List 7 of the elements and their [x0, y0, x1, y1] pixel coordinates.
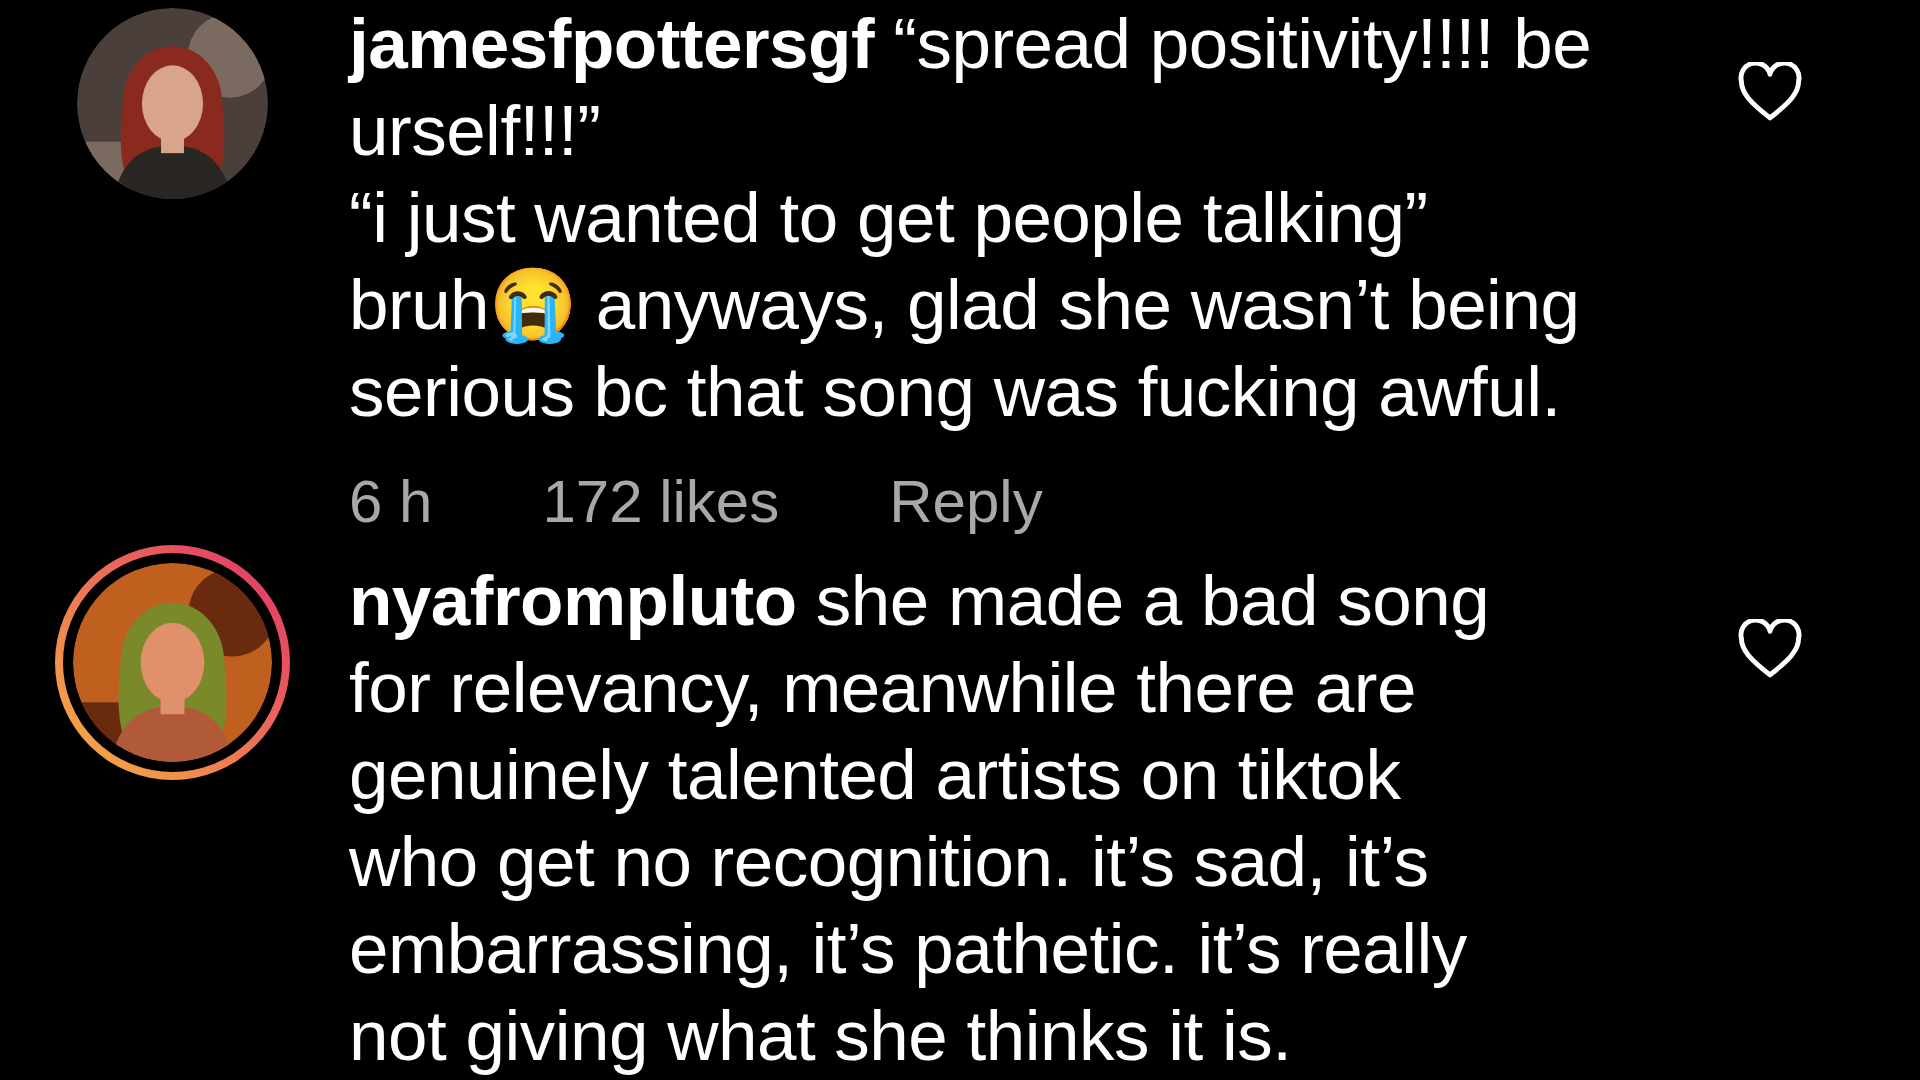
heart-icon[interactable]	[1737, 62, 1803, 122]
heart-icon[interactable]	[1737, 619, 1803, 679]
comment-text: nyafrompluto she made a bad song for relevancy, meanwhile there are genuinely talented artists on tiktok who get no recognition. it’s sad, it’s embarrassing, it’s pathetic. it’s really not giving what she thinks it is.	[349, 560, 1491, 1077]
likes-link[interactable]: 172 likes	[542, 466, 780, 536]
timestamp: 6 h	[349, 466, 433, 536]
comment-text: jamesfpottersgf “spread positivity!!!! be urself!!!” “i just wanted to get people talking” bruh😭 anyways, glad she wasn’t being serious bc that song was fucking awful.	[349, 3, 1593, 433]
reply-link[interactable]: Reply	[889, 466, 1043, 536]
